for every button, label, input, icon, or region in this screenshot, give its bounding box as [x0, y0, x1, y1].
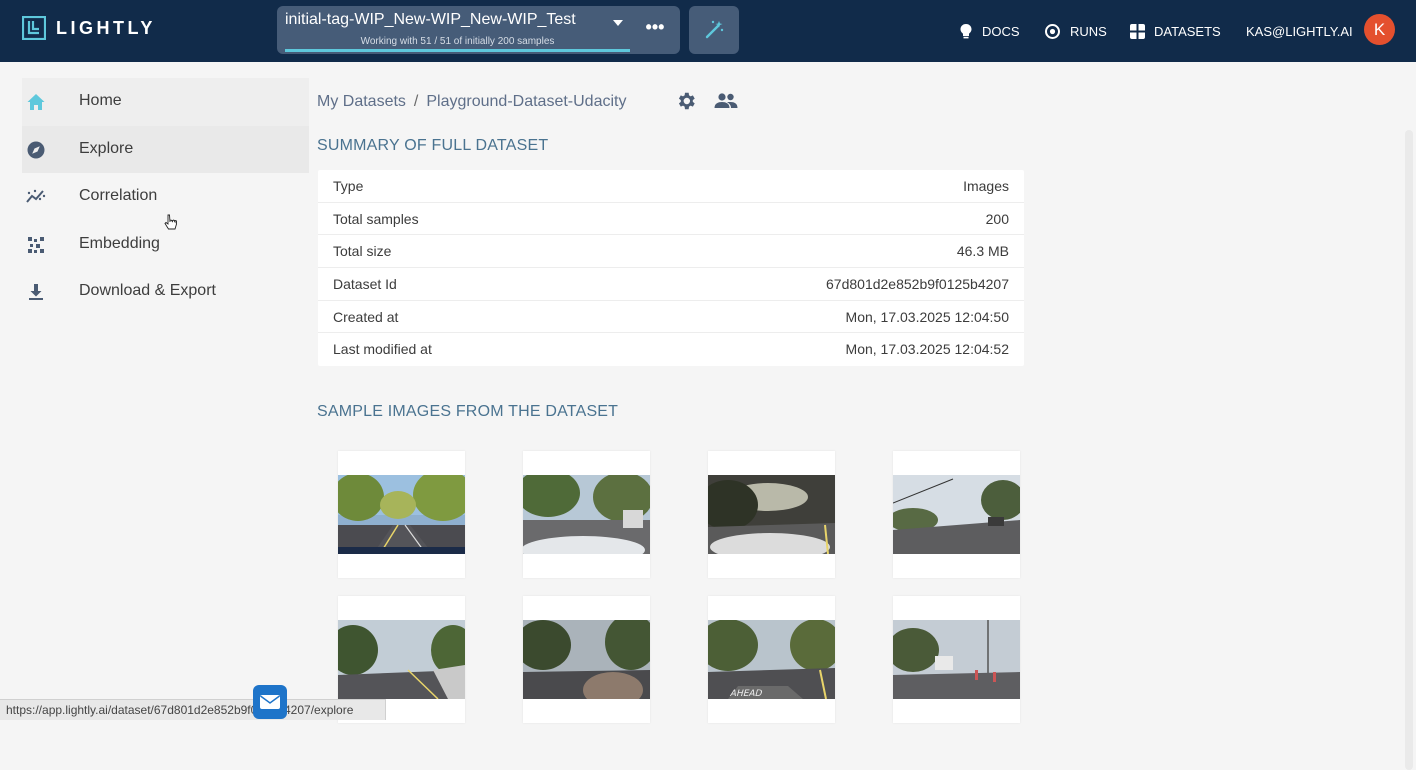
grid-icon	[1130, 23, 1145, 39]
summary-table: Type Images Total samples 200 Total size…	[318, 170, 1024, 367]
sample-image	[893, 475, 1020, 554]
sample-thumbnail[interactable]	[893, 596, 1020, 723]
tag-sample-count: Working with 51 / 51 of initially 200 sa…	[360, 36, 555, 47]
sidebar-item-label: Download & Export	[79, 282, 216, 299]
summary-key: Type	[333, 178, 364, 194]
table-row: Dataset Id 67d801d2e852b9f0125b4207	[318, 268, 1024, 301]
breadcrumb-current[interactable]: Playground-Dataset-Udacity	[426, 93, 626, 111]
datasets-label: DATASETS	[1154, 23, 1221, 39]
road-marking-text: AHEAD	[729, 688, 764, 699]
sample-thumbnail[interactable]	[523, 451, 650, 578]
tag-selector[interactable]: initial-tag-WIP_New-WIP_New-WIP_Test •••…	[277, 6, 680, 54]
sample-thumbnail[interactable]: AHEAD	[708, 596, 835, 723]
sample-thumbnail[interactable]	[893, 451, 1020, 578]
page-content: Home Explore Correlation Embedding Downl…	[0, 62, 1416, 770]
breadcrumb-separator: /	[413, 93, 419, 110]
sample-image	[893, 620, 1020, 699]
lightbulb-icon	[960, 24, 972, 39]
browser-status-url: https://app.lightly.ai/dataset/67d801d2e…	[0, 699, 386, 720]
summary-value: Mon, 17.03.2025 12:04:50	[845, 308, 1009, 325]
sidebar-item-home[interactable]: Home	[22, 78, 309, 126]
logo-text: LIGHTLY	[56, 17, 156, 38]
sidebar-item-label: Home	[79, 92, 122, 109]
datasets-link[interactable]: DATASETS	[1130, 20, 1221, 42]
user-email: KAS@LIGHTLY.AI	[1246, 23, 1353, 39]
sample-image	[523, 620, 650, 699]
runs-link[interactable]: RUNS	[1044, 20, 1107, 42]
mail-icon	[260, 695, 280, 709]
sample-image	[708, 475, 835, 554]
tag-progress-bar	[285, 49, 630, 52]
sample-thumbnail[interactable]	[523, 596, 650, 723]
home-icon	[27, 94, 45, 110]
sidebar-item-explore[interactable]: Explore	[22, 125, 309, 173]
sample-thumbnail[interactable]	[708, 451, 835, 578]
summary-value: Mon, 17.03.2025 12:04:52	[845, 341, 1009, 358]
embedding-icon	[28, 236, 44, 253]
table-row: Last modified at Mon, 17.03.2025 12:04:5…	[318, 333, 1024, 366]
correlation-icon	[26, 189, 46, 203]
table-row: Type Images	[318, 170, 1024, 203]
caret-down-icon[interactable]	[613, 20, 623, 26]
tag-name: initial-tag-WIP_New-WIP_New-WIP_Test	[285, 11, 576, 28]
breadcrumb: My Datasets / Playground-Dataset-Udacity	[317, 91, 626, 113]
sample-image	[338, 475, 465, 554]
sidebar-item-label: Correlation	[79, 187, 158, 204]
download-icon	[29, 284, 43, 300]
user-menu[interactable]: KAS@LIGHTLY.AI	[1246, 20, 1353, 42]
summary-value: 200	[985, 210, 1009, 227]
breadcrumb-root-link[interactable]: My Datasets	[317, 93, 406, 111]
summary-value: Images	[963, 178, 1009, 194]
summary-title: SUMMARY OF FULL DATASET	[317, 137, 549, 154]
magic-wand-button[interactable]	[689, 6, 739, 54]
sidebar-item-label: Embedding	[79, 234, 160, 252]
sidebar-item-download-export[interactable]: Download & Export	[22, 268, 309, 316]
tag-progress-fill	[285, 49, 630, 52]
docs-label: DOCS	[982, 23, 1020, 39]
sample-image	[523, 475, 650, 554]
table-row: Created at Mon, 17.03.2025 12:04:50	[318, 301, 1024, 334]
sidebar: Home Explore Correlation Embedding Downl…	[22, 78, 309, 316]
avatar[interactable]: K	[1364, 14, 1395, 45]
sample-thumbnail[interactable]	[338, 451, 465, 578]
magic-wand-icon	[705, 20, 724, 39]
lightly-logo-icon	[22, 16, 46, 40]
summary-key: Last modified at	[333, 341, 432, 358]
summary-key: Dataset Id	[333, 276, 397, 293]
sample-images-title: SAMPLE IMAGES FROM THE DATASET	[317, 403, 619, 420]
runs-icon	[1045, 23, 1060, 39]
top-bar: LIGHTLY initial-tag-WIP_New-WIP_New-WIP_…	[0, 0, 1416, 62]
docs-link[interactable]: DOCS	[959, 20, 1020, 42]
table-row: Total size 46.3 MB	[318, 235, 1024, 269]
summary-key: Total samples	[333, 210, 419, 227]
summary-key: Created at	[333, 308, 399, 325]
table-row: Total samples 200	[318, 203, 1024, 236]
more-options-button[interactable]: •••	[641, 16, 669, 42]
summary-key: Total size	[333, 243, 392, 260]
mail-button[interactable]	[253, 685, 287, 719]
runs-label: RUNS	[1070, 23, 1107, 39]
sample-image	[338, 620, 465, 699]
page-scrollbar[interactable]	[1405, 130, 1413, 770]
mouse-pointer-icon	[164, 214, 177, 230]
settings-gear-icon[interactable]	[675, 90, 697, 112]
summary-value: 46.3 MB	[956, 243, 1009, 260]
compass-icon	[27, 141, 45, 158]
summary-value: 67d801d2e852b9f0125b4207	[826, 276, 1009, 293]
team-users-icon[interactable]	[713, 90, 739, 112]
sample-image: AHEAD	[708, 620, 835, 699]
sidebar-item-label: Explore	[79, 139, 134, 157]
lightly-logo[interactable]: LIGHTLY	[22, 14, 156, 42]
